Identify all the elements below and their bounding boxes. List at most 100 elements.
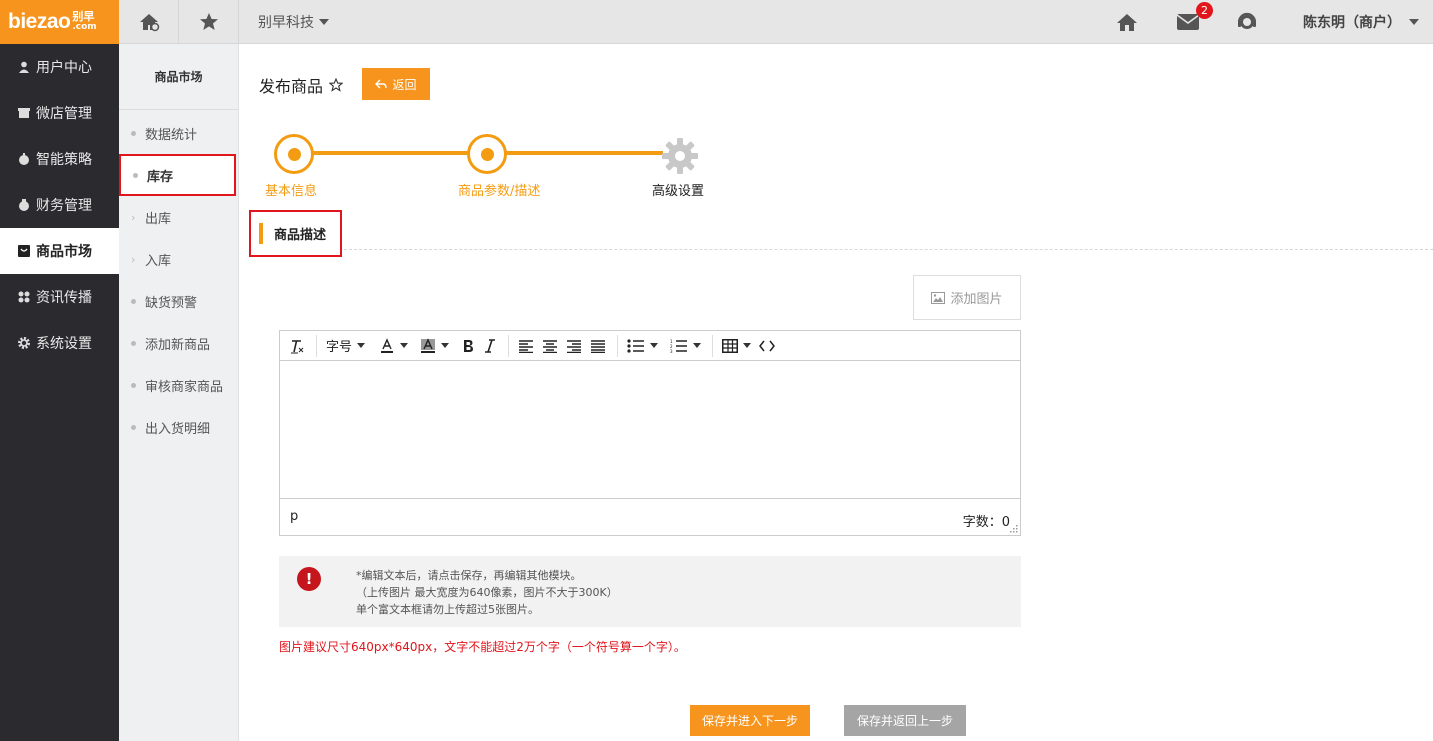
messages-button[interactable]: 2 bbox=[1176, 0, 1216, 44]
nav-item-finance[interactable]: 财务管理 bbox=[0, 182, 119, 228]
font-color-icon bbox=[381, 337, 394, 353]
mail-badge: 2 bbox=[1196, 2, 1213, 19]
image-icon bbox=[931, 291, 946, 304]
table-icon bbox=[722, 338, 739, 353]
sub-item-inbound[interactable]: › 入库 bbox=[119, 238, 238, 280]
logo[interactable]: biezao 别早 .com bbox=[0, 0, 119, 44]
notice-box: ! *编辑文本后，请点击保存，再编辑其他模块。 （上传图片 最大宽度为640像素… bbox=[279, 556, 1021, 627]
page-title: 发布商品 bbox=[259, 73, 344, 97]
logo-text: biezao bbox=[8, 10, 71, 33]
strategy-icon bbox=[19, 153, 29, 165]
company-name: 别早科技 bbox=[258, 15, 314, 31]
notice-line: 单个富文本框请勿上传超过5张图片。 bbox=[356, 603, 539, 616]
word-count: 字数：0 bbox=[962, 515, 1010, 530]
editor-statusbar: p 字数：0 bbox=[280, 499, 1020, 535]
notice-line: *编辑文本后，请点击保存，再编辑其他模块。 bbox=[356, 569, 582, 582]
gear-icon bbox=[18, 337, 30, 349]
nav-item-user-center[interactable]: 用户中心 bbox=[0, 44, 119, 90]
bullet-icon bbox=[131, 340, 136, 346]
bold-button[interactable] bbox=[458, 335, 478, 357]
nav-item-market[interactable]: 商品市场 bbox=[0, 228, 119, 274]
sub-nav: 商品市场 数据统计 库存 › 出库 › 入库 缺货预警 添加新商品 审核商家商品… bbox=[119, 44, 239, 741]
svg-text:3: 3 bbox=[670, 349, 673, 353]
align-left-button[interactable] bbox=[515, 335, 537, 357]
company-dropdown[interactable]: 别早科技 bbox=[258, 0, 329, 44]
align-justify-button[interactable] bbox=[587, 335, 609, 357]
bullet-list-dropdown[interactable] bbox=[624, 335, 661, 357]
star-outline-icon[interactable] bbox=[329, 78, 344, 92]
step-2-label: 商品参数/描述 bbox=[458, 184, 541, 199]
source-code-button[interactable] bbox=[756, 335, 778, 357]
user-name: 陈东明（商户） bbox=[1303, 15, 1401, 31]
italic-icon bbox=[485, 338, 496, 353]
reply-icon bbox=[375, 79, 388, 89]
clear-format-icon bbox=[291, 339, 304, 353]
align-center-button[interactable] bbox=[539, 335, 561, 357]
back-button[interactable]: 返回 bbox=[362, 68, 430, 100]
nav-item-store[interactable]: 微店管理 bbox=[0, 90, 119, 136]
numbered-list-icon: 123 bbox=[670, 339, 688, 353]
market-icon bbox=[18, 245, 30, 257]
user-menu[interactable]: 陈东明（商户） bbox=[1303, 0, 1419, 44]
home-settings-button[interactable] bbox=[119, 0, 179, 44]
bullet-icon bbox=[131, 382, 136, 388]
image-size-hint: 图片建议尺寸640px*640px，文字不能超过2万个字（一个符号算一个字）。 bbox=[279, 640, 686, 654]
favorites-button[interactable] bbox=[179, 0, 239, 44]
bold-icon bbox=[464, 339, 474, 352]
step-3-gear-icon bbox=[662, 138, 698, 174]
numbered-list-dropdown[interactable]: 123 bbox=[667, 335, 704, 357]
sub-item-add-product[interactable]: 添加新商品 bbox=[119, 322, 238, 364]
clear-format-button[interactable] bbox=[286, 335, 308, 357]
align-left-icon bbox=[519, 339, 534, 353]
sub-item-outbound[interactable]: › 出库 bbox=[119, 196, 238, 238]
chevron-right-icon: › bbox=[131, 252, 136, 266]
step-1-label: 基本信息 bbox=[265, 184, 318, 199]
chevron-right-icon: › bbox=[131, 210, 136, 224]
chevron-down-icon bbox=[357, 343, 366, 348]
grid-icon bbox=[18, 291, 30, 303]
logo-suffix: .com bbox=[72, 22, 97, 32]
nav-item-settings[interactable]: 系统设置 bbox=[0, 320, 119, 366]
add-image-button[interactable]: 添加图片 bbox=[913, 275, 1021, 320]
element-path[interactable]: p bbox=[290, 509, 298, 524]
section-heading: 商品描述 bbox=[249, 210, 342, 257]
step-1-indicator bbox=[274, 134, 314, 174]
background-color-dropdown[interactable] bbox=[417, 335, 452, 357]
sub-nav-title: 商品市场 bbox=[119, 44, 238, 110]
italic-button[interactable] bbox=[480, 335, 500, 357]
user-icon bbox=[19, 61, 29, 73]
chevron-down-icon bbox=[319, 19, 329, 25]
sub-item-review-products[interactable]: 审核商家商品 bbox=[119, 364, 238, 406]
chevron-down-icon bbox=[693, 343, 702, 348]
table-dropdown[interactable] bbox=[719, 335, 754, 357]
sub-item-stock-warning[interactable]: 缺货预警 bbox=[119, 280, 238, 322]
align-center-icon bbox=[543, 339, 558, 353]
editor-content-area[interactable] bbox=[280, 361, 1020, 499]
chevron-down-icon bbox=[1409, 19, 1419, 25]
code-icon bbox=[759, 340, 775, 351]
font-color-dropdown[interactable] bbox=[376, 335, 411, 357]
save-next-button[interactable]: 保存并进入下一步 bbox=[690, 705, 810, 736]
sub-item-statistics[interactable]: 数据统计 bbox=[119, 112, 238, 154]
rich-text-editor: 字号 1 2 3 p 字数：0 bbox=[279, 330, 1021, 536]
font-size-dropdown[interactable]: 字号 bbox=[323, 335, 368, 357]
support-button[interactable] bbox=[1236, 0, 1258, 44]
home-gear-icon bbox=[139, 14, 159, 32]
top-bar: biezao 别早 .com 别早科技 2 陈东明（商户） bbox=[0, 0, 1433, 44]
chevron-down-icon bbox=[743, 343, 752, 348]
money-icon bbox=[19, 199, 29, 211]
bullet-icon bbox=[131, 424, 136, 430]
sub-item-inventory[interactable]: 库存 bbox=[119, 154, 236, 196]
sub-item-stock-details[interactable]: 出入货明细 bbox=[119, 406, 238, 448]
home-button[interactable] bbox=[1116, 0, 1138, 44]
background-color-icon bbox=[421, 337, 436, 353]
editor-toolbar: 字号 1 2 3 bbox=[280, 331, 1020, 361]
align-right-button[interactable] bbox=[563, 335, 585, 357]
save-back-button[interactable]: 保存并返回上一步 bbox=[844, 705, 966, 736]
step-connector bbox=[312, 151, 468, 155]
nav-item-news[interactable]: 资讯传播 bbox=[0, 274, 119, 320]
resize-handle-icon[interactable] bbox=[1010, 525, 1018, 533]
nav-item-strategy[interactable]: 智能策略 bbox=[0, 136, 119, 182]
alert-icon: ! bbox=[297, 567, 321, 591]
headset-icon bbox=[1237, 12, 1257, 29]
